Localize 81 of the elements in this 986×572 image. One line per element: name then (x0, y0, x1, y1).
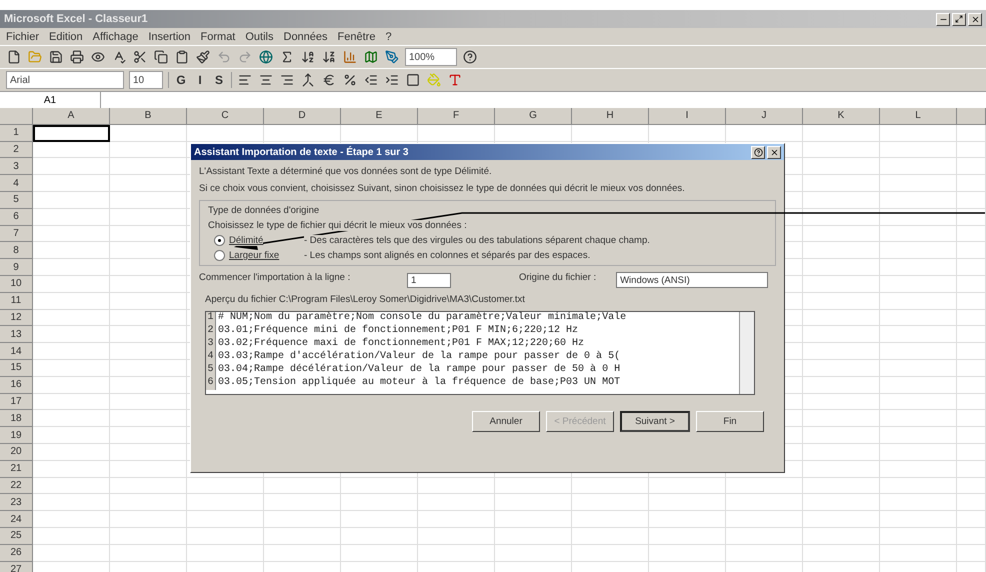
preview-label: Aperçu du fichier C:\Program Files\Leroy Somer\Digidrive\MA3\Customer.txt (205, 294, 525, 305)
column-header[interactable]: I (649, 108, 726, 125)
start-row-spinner[interactable]: 1 (407, 272, 451, 288)
format-button[interactable]: S (212, 73, 226, 87)
row-header[interactable]: 23 (0, 494, 33, 512)
dialog-button[interactable]: Annuler (472, 411, 540, 432)
row-header[interactable]: 17 (0, 394, 33, 410)
preview-line: 03.01;Fréquence mini de fonctionnement;P01 F MIN;6;220;12 Hz (217, 325, 578, 338)
line-number: 2 (206, 325, 216, 338)
row-header[interactable]: 20 (0, 444, 33, 461)
preview-line: 03.03;Rampe d'accélération/Valeur de la rampe pour passer de 0 à 5( (217, 351, 620, 364)
column-header[interactable]: J (726, 108, 803, 125)
menu-item[interactable]: Données (284, 30, 328, 42)
preview-line: # NUM;Nom du paramètre;Nom console du paramètre;Valeur minimale;Vale (217, 312, 626, 324)
menu-item[interactable]: Insertion (148, 30, 191, 42)
column-header[interactable]: C (187, 108, 264, 125)
line-number: 4 (206, 351, 216, 364)
radio-option[interactable]: Largeur fixe (214, 250, 280, 261)
zoom-field[interactable]: 100% (405, 48, 457, 66)
dialog-title: Assistant Importation de texte - Étape 1 sur 3 (194, 146, 408, 158)
format-button[interactable]: G (174, 73, 188, 87)
menu-item[interactable]: ? (385, 30, 392, 42)
menu-item[interactable]: Outils (245, 30, 274, 42)
column-header[interactable]: F (418, 108, 495, 125)
origin-dropdown[interactable]: Windows (ANSI) (616, 272, 768, 288)
group-title: Type de données d'origine (208, 205, 320, 216)
column-header[interactable]: H (572, 108, 649, 125)
row-header[interactable]: 14 (0, 343, 33, 360)
menu-item[interactable]: Fenêtre (338, 30, 376, 42)
row-header[interactable]: 18 (0, 410, 33, 428)
column-header[interactable]: E (341, 108, 418, 125)
row-header[interactable]: 8 (0, 242, 33, 260)
menu-item[interactable]: Format (200, 30, 236, 42)
row-header[interactable]: 4 (0, 175, 33, 192)
row-header[interactable]: 3 (0, 158, 33, 176)
instruction-text: L'Assistant Texte a déterminé que vos données sont de type Délimité. (199, 166, 492, 177)
preview-line: 03.02;Fréquence maxi de fonctionnement;P01 F MAX;12;220;60 Hz (217, 338, 584, 350)
column-header[interactable]: K (803, 108, 880, 125)
row-header[interactable]: 26 (0, 544, 33, 562)
row-header[interactable]: 7 (0, 226, 33, 242)
origin-label: Origine du fichier : (519, 272, 596, 283)
line-number: 1 (206, 312, 216, 325)
row-header[interactable]: 2 (0, 142, 33, 158)
row-header[interactable]: 25 (0, 528, 33, 545)
radio-option[interactable]: Délimité (214, 235, 264, 246)
preview-line: 03.04;Rampe décélération/Valeur de la rampe pour passer de 50 à 0 H (217, 364, 620, 376)
line-number: 5 (206, 364, 216, 377)
row-header[interactable]: 15 (0, 360, 33, 377)
format-button[interactable]: I (193, 73, 207, 87)
row-header[interactable]: 13 (0, 326, 33, 344)
row-header[interactable]: 10 (0, 276, 33, 293)
row-header[interactable]: 1 (0, 124, 33, 142)
row-header[interactable]: 11 (0, 292, 33, 310)
row-header[interactable]: 6 (0, 208, 33, 226)
row-header[interactable]: 19 (0, 427, 33, 444)
preview-line: 03.05;Tension appliquée au moteur à la fréquence de base;P03 UN MOT (217, 377, 620, 390)
row-header[interactable]: 22 (0, 478, 33, 494)
font-field[interactable]: Arial (6, 71, 124, 89)
column-header[interactable]: D (264, 108, 341, 125)
line-number: 6 (206, 377, 216, 390)
row-header[interactable]: 27 (0, 562, 33, 572)
row-header[interactable]: 9 (0, 259, 33, 276)
column-header[interactable]: B (110, 108, 187, 125)
window-title: Microsoft Excel - Classeur1 (4, 13, 148, 25)
menu-item[interactable]: Fichier (6, 30, 40, 42)
row-header[interactable]: 12 (0, 310, 33, 326)
row-header[interactable]: 16 (0, 376, 33, 394)
font-size-field[interactable]: 10 (129, 71, 163, 89)
line-number: 3 (206, 338, 216, 351)
group-prompt: Choisissez le type de fichier qui décrit le mieux vos données : (208, 220, 467, 231)
column-header[interactable]: G (495, 108, 572, 125)
row-header[interactable]: 21 (0, 460, 33, 478)
dialog-button[interactable]: Fin (696, 411, 764, 432)
menu-item[interactable]: Affichage (92, 30, 138, 42)
menu-item[interactable]: Edition (49, 30, 83, 42)
dialog-button[interactable]: Suivant > (620, 411, 690, 432)
column-header[interactable]: L (880, 108, 957, 125)
column-header[interactable]: A (33, 108, 110, 125)
instruction-text: Si ce choix vous convient, choisissez Suivant, sinon choisissez le type de données qui décrit le mieux vos données. (199, 183, 685, 194)
row-header[interactable]: 24 (0, 511, 33, 528)
row-header[interactable]: 5 (0, 192, 33, 209)
